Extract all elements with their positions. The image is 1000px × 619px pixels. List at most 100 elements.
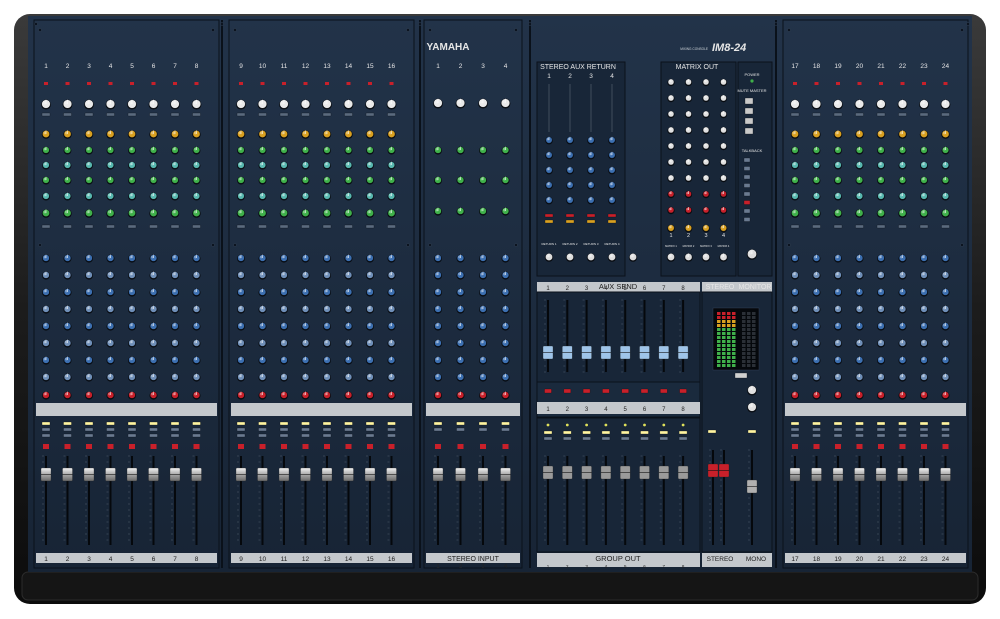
eq-on-button[interactable] [322,224,332,229]
aux-send-knob[interactable] [877,305,885,314]
aux-send-knob[interactable] [387,356,396,365]
matrix-mix-knob[interactable] [702,174,710,183]
stereo-eq-low-knob[interactable] [434,207,442,216]
aux-send-knob[interactable] [920,254,928,263]
eq-hi-mid-gain-knob[interactable] [877,161,885,170]
aux-send-knob[interactable] [106,339,115,348]
group-assign-button[interactable] [170,427,180,432]
matrix-mix-knob[interactable] [702,94,710,103]
group-assign-button[interactable] [301,433,310,438]
eq-on-button[interactable] [833,224,843,229]
eq-high-knob[interactable] [919,130,929,139]
gain-knob[interactable] [876,99,886,110]
aux-send-knob[interactable] [877,373,885,382]
aux-send-knob[interactable] [898,373,907,382]
aux-send-knob[interactable] [42,254,50,263]
group-assign-button[interactable] [258,433,267,438]
aux-send-knob[interactable] [812,288,821,297]
aux-send-knob[interactable] [63,288,72,297]
eq-lo-mid-freq-knob[interactable] [791,176,799,185]
eq-lo-mid-freq-knob[interactable] [366,176,374,185]
eq-on-button[interactable] [106,224,115,229]
aux-send-knob[interactable] [237,305,245,314]
on-button[interactable] [279,421,289,426]
aux-send-knob[interactable] [323,339,331,348]
monitor-level-knob[interactable] [747,402,757,413]
eq-lo-mid-freq-knob[interactable] [344,176,353,185]
eq-lo-mid-freq-knob[interactable] [128,176,136,185]
group-on-button[interactable] [601,430,611,435]
on-button[interactable] [876,421,886,426]
aux-send-knob[interactable] [323,254,331,263]
aux-send-knob[interactable] [323,356,331,365]
eq-low-knob[interactable] [84,209,94,218]
stereo-eq-mid-knob[interactable] [501,176,510,185]
return-level-knob[interactable] [607,253,617,262]
matrix-mix-knob[interactable] [719,158,728,167]
aux-send-knob[interactable] [898,322,907,331]
eq-lo-mid-gain-knob[interactable] [898,192,907,201]
hpf-button[interactable] [170,112,180,117]
eq-on-button[interactable] [365,224,375,229]
stereo-on-button[interactable] [501,421,510,426]
on-button[interactable] [236,421,246,426]
aux-send-knob[interactable] [877,271,885,280]
aux-send-knob[interactable] [42,356,50,365]
eq-lo-mid-gain-knob[interactable] [128,192,136,201]
aux-send-knob[interactable] [192,305,201,314]
eq-lo-mid-gain-knob[interactable] [280,192,288,201]
aux-send-knob[interactable] [301,288,310,297]
aux-send-knob[interactable] [791,373,799,382]
eq-lo-mid-gain-knob[interactable] [366,192,374,201]
aux-send-knob[interactable] [941,254,950,263]
aux-send-knob[interactable] [344,339,353,348]
pan-knob[interactable] [344,391,353,400]
eq-on-button[interactable] [258,224,267,229]
aux-return-send-knob[interactable] [608,196,616,205]
aux-send-knob[interactable] [128,254,136,263]
group-assign-button[interactable] [192,427,201,432]
aux-return-send-knob[interactable] [566,151,574,160]
aux-send-knob[interactable] [898,254,907,263]
group-assign-button[interactable] [41,433,51,438]
eq-lo-mid-gain-knob[interactable] [258,192,267,201]
eq-hi-mid-gain-knob[interactable] [85,161,93,170]
gain-knob[interactable] [386,99,397,110]
group-assign-button[interactable] [833,433,843,438]
stereo-aux-knob[interactable] [456,288,465,297]
eq-hi-mid-freq-knob[interactable] [941,146,950,155]
on-button[interactable] [127,421,137,426]
on-button[interactable] [63,421,72,426]
stereo-aux-knob[interactable] [501,339,510,348]
gain-knob[interactable] [365,99,375,110]
aux-send-knob[interactable] [301,356,310,365]
aux-send-knob[interactable] [149,339,158,348]
aux-send-knob[interactable] [366,322,374,331]
matrix-master-knob[interactable] [719,253,728,262]
group-assign-button[interactable] [170,433,180,438]
eq-on-button[interactable] [301,224,310,229]
matrix-mix-knob[interactable] [667,94,675,103]
eq-low-knob[interactable] [149,209,158,218]
eq-low-knob[interactable] [41,209,51,218]
eq-lo-mid-gain-knob[interactable] [149,192,158,201]
eq-low-knob[interactable] [192,209,201,218]
aux-send-knob[interactable] [192,288,201,297]
pan-knob[interactable] [171,391,179,400]
stereo-aux-knob[interactable] [456,271,465,280]
aux-send-knob[interactable] [941,305,950,314]
mute-master-button[interactable] [744,117,754,125]
aux-send-mute-button[interactable] [679,388,687,394]
aux-send-knob[interactable] [791,254,799,263]
aux-send-knob[interactable] [192,339,201,348]
eq-lo-mid-gain-knob[interactable] [877,192,885,201]
aux-send-knob[interactable] [855,322,864,331]
gain-knob[interactable] [170,99,180,110]
aux-send-knob[interactable] [85,339,93,348]
pan-knob[interactable] [258,391,267,400]
stereo-aux-knob[interactable] [479,254,487,263]
eq-low-knob[interactable] [301,209,310,218]
matrix-mix-knob[interactable] [684,126,693,135]
aux-send-knob[interactable] [237,254,245,263]
group-assign-button[interactable] [41,427,51,432]
